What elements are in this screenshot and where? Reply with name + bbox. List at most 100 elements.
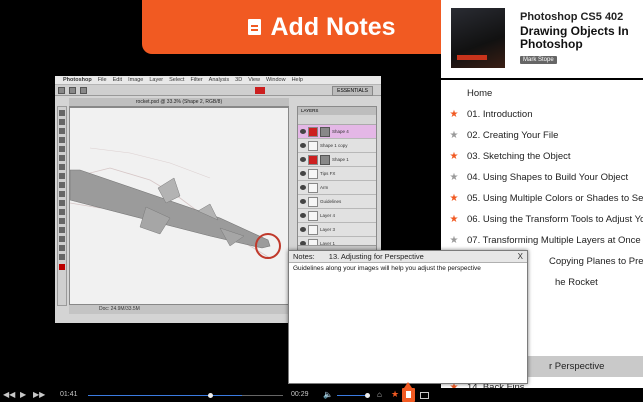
shape-tool-icon: [58, 87, 65, 94]
rewind-icon[interactable]: ◀◀: [3, 391, 15, 399]
lesson-item[interactable]: ★ 07. Transforming Multiple Layers at Onc…: [441, 230, 643, 251]
lesson-label: 03. Sketching the Object: [467, 151, 571, 162]
time-remaining: 00:29: [291, 391, 309, 398]
layer-row: Shape 1 copy: [298, 139, 376, 153]
photoshop-toolbox: [57, 106, 67, 306]
ps-menu-item: Filter: [190, 77, 203, 83]
seek-bar[interactable]: [88, 393, 283, 398]
home-icon[interactable]: ⌂: [377, 391, 382, 399]
fast-forward-icon[interactable]: ▶▶: [33, 391, 45, 399]
layer-thumbnail: [308, 127, 318, 137]
play-icon[interactable]: ▶: [20, 391, 26, 399]
layer-list: Shape 4 Shape 1 copy Shape 1 Tips FX Arm Guid…: [298, 125, 376, 265]
eye-icon: [300, 227, 306, 232]
layer-name: Shape 1: [332, 157, 349, 162]
layer-mask: [320, 155, 330, 165]
star-icon[interactable]: ★: [441, 172, 467, 183]
layer-name: Layer 4: [320, 213, 336, 218]
layer-name: Layer 3: [320, 227, 336, 232]
layer-name: Tips FX: [320, 171, 336, 176]
ps-menu-item: Window: [266, 77, 286, 83]
color-swatch: [255, 87, 265, 94]
seek-handle[interactable]: [208, 393, 214, 398]
eye-icon: [300, 213, 306, 218]
lesson-label: r Perspective: [549, 361, 605, 372]
layer-thumbnail: [308, 141, 318, 151]
layer-row: Tips FX: [298, 167, 376, 181]
pen-tool-icon: [80, 87, 87, 94]
lesson-label: Copying Planes to Preserv: [549, 256, 643, 267]
essentials-workspace: ESSENTIALS: [332, 86, 373, 96]
ps-menu-item: Edit: [112, 77, 123, 83]
ps-menu-item: Help: [291, 77, 303, 83]
course-thumbnail: [451, 8, 505, 68]
layer-name: Shape 4: [332, 129, 349, 134]
star-icon[interactable]: ★: [441, 151, 467, 162]
star-icon[interactable]: ★: [391, 390, 399, 399]
layer-name: Shape 1 copy: [320, 143, 348, 148]
lesson-label: 07. Transforming Multiple Layers at Once…: [467, 235, 643, 246]
layer-thumbnail: [308, 225, 318, 235]
notes-textarea[interactable]: Guidelines along your images will help y…: [293, 265, 481, 272]
layer-row: Arm: [298, 181, 376, 195]
lesson-item[interactable]: ★ 06. Using the Transform Tools to Adjust…: [441, 209, 643, 230]
layer-row: Layer 4: [298, 209, 376, 223]
document-title: rocket.psd @ 33.3% (Shape 2, RGB/8): [69, 98, 289, 107]
eye-icon: [300, 171, 306, 176]
lesson-player-app: Photoshop File Edit Image Layer Select Filter A…: [0, 0, 643, 402]
volume-handle[interactable]: [365, 393, 370, 398]
time-elapsed: 01:41: [60, 391, 78, 398]
photoshop-menubar: Photoshop File Edit Image Layer Select Filter A…: [55, 76, 381, 85]
notes-header: Notes: 13. Adjusting for Perspective X: [289, 251, 527, 263]
volume-icon[interactable]: 🔈: [323, 391, 333, 399]
layer-thumbnail: [308, 211, 318, 221]
lesson-item[interactable]: ★ 01. Introduction: [441, 104, 643, 125]
ps-menu-item: Layer: [149, 77, 164, 83]
volume-slider[interactable]: [337, 393, 370, 398]
eye-icon: [300, 143, 306, 148]
layer-thumbnail: [308, 197, 318, 207]
ps-menu-item: Analysis: [208, 77, 230, 83]
add-notes-label: Add Notes: [270, 12, 396, 41]
course-code: Photoshop CS5 402: [520, 11, 624, 23]
lesson-item[interactable]: ★ 05. Using Multiple Colors or Shades to …: [441, 188, 643, 209]
layer-row: Shape 1: [298, 153, 376, 167]
notes-icon[interactable]: [402, 382, 415, 402]
lesson-item[interactable]: ★ 02. Creating Your File: [441, 125, 643, 146]
star-icon[interactable]: ★: [441, 214, 467, 225]
player-controls: ◀◀ ▶ ▶▶ 01:41 00:29 🔈 ⌂ ★: [0, 388, 643, 402]
layer-thumbnail: [308, 169, 318, 179]
layer-row: Layer 3: [298, 223, 376, 237]
layers-tab: LAYERS: [298, 107, 376, 115]
layer-row: Guidelines: [298, 195, 376, 209]
lesson-label: 04. Using Shapes to Build Your Object: [467, 172, 629, 183]
lesson-item[interactable]: ★ 04. Using Shapes to Build Your Object: [441, 167, 643, 188]
lesson-label: Home: [467, 88, 493, 99]
ps-menu-item: File: [97, 77, 107, 83]
photoshop-options-bar: ESSENTIALS: [55, 85, 381, 96]
star-icon[interactable]: ★: [441, 130, 467, 141]
eye-icon: [300, 157, 306, 162]
course-title: Drawing Objects In Photoshop: [520, 24, 629, 51]
lesson-label: 06. Using the Transform Tools to Adjust …: [467, 214, 643, 225]
ps-menu-item: 3D: [235, 77, 243, 83]
ps-menu-item: View: [248, 77, 261, 83]
lesson-item[interactable]: ★ 03. Sketching the Object: [441, 146, 643, 167]
path-tool-icon: [69, 87, 76, 94]
lesson-label: 01. Introduction: [467, 109, 533, 120]
close-notes-button[interactable]: X: [518, 251, 523, 263]
eye-icon: [300, 185, 306, 190]
rocket-drawing: [69, 147, 281, 259]
layer-name: Arm: [320, 185, 329, 190]
notes-label: Notes:: [293, 252, 315, 261]
photoshop-canvas: [69, 107, 289, 305]
star-icon[interactable]: ★: [441, 235, 467, 246]
screen-icon[interactable]: [420, 392, 429, 399]
lesson-item[interactable]: Home: [441, 83, 643, 104]
star-icon[interactable]: ★: [441, 109, 467, 120]
eye-icon: [300, 129, 306, 134]
star-icon[interactable]: ★: [441, 193, 467, 204]
lesson-label: 05. Using Multiple Colors or Shades to S…: [467, 193, 643, 204]
ps-menu-item: Select: [169, 77, 185, 83]
layer-thumbnail: [308, 183, 318, 193]
